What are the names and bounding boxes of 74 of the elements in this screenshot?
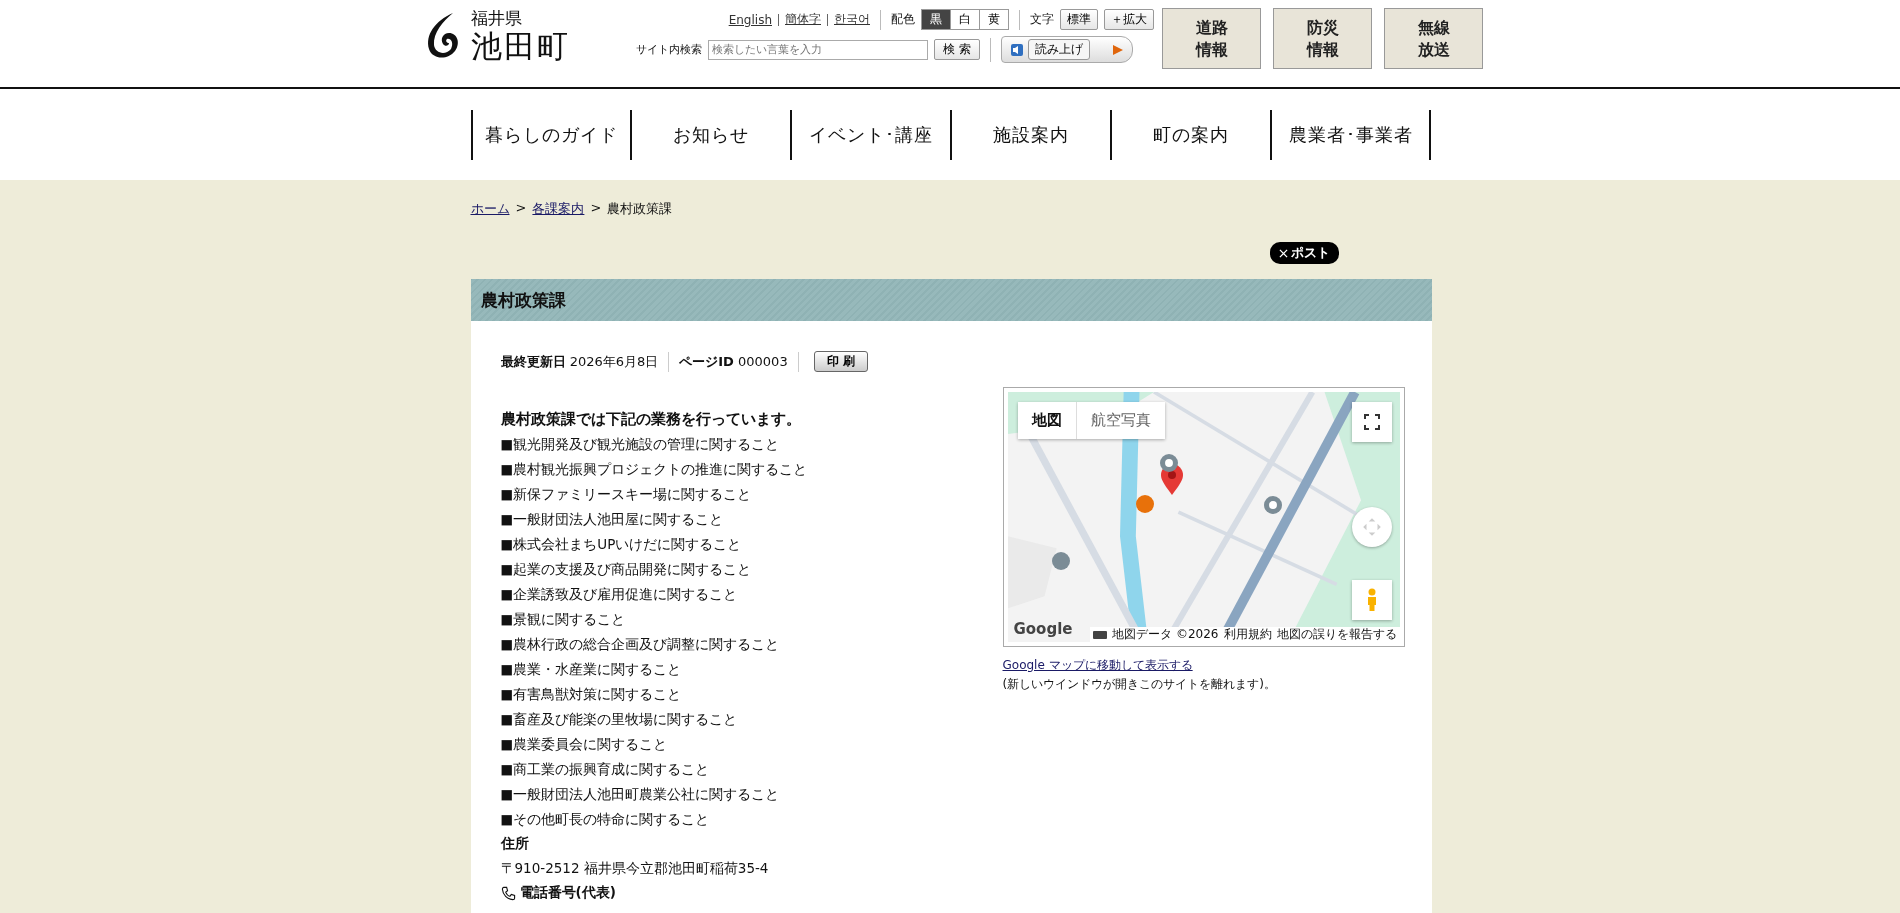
intro-heading: 農村政策課では下記の業務を行っています。 — [500, 410, 802, 429]
duty-item: ■起業の支援及び商品開発に関すること — [500, 560, 753, 579]
text-size-button[interactable]: 標準 — [1060, 9, 1098, 30]
school-marker-icon — [1051, 552, 1070, 570]
duty-item: ■一般財団法人池田町農業公社に関すること — [500, 785, 781, 804]
duty-item: ■農村観光振興プロジェクトの推進に関すること — [500, 460, 809, 479]
prefecture-name: 福井県 — [471, 8, 523, 28]
language-link[interactable]: English — [728, 12, 772, 27]
duty-item: ■観光開発及び観光施設の管理に関すること — [500, 435, 781, 454]
print-button[interactable]: 印 刷 — [813, 351, 868, 372]
duty-item: ■企業誘致及び雇用促進に関すること — [500, 585, 739, 604]
page-id: ページID 000003 — [679, 352, 788, 371]
phone-icon — [500, 885, 516, 901]
street-view-button[interactable] — [1351, 580, 1392, 620]
place-marker-icon — [1159, 454, 1178, 472]
quick-link-button[interactable]: 道路 情報 — [1162, 8, 1261, 69]
x-post-button[interactable]: ポスト — [1269, 242, 1339, 264]
restaurant-marker-icon — [1135, 495, 1154, 513]
town-name: 池田町 — [471, 28, 570, 64]
map-note: (新しいウインドウが開きこのサイトを離れます)。 — [1002, 676, 1277, 693]
text-size-button[interactable]: ＋拡大 — [1104, 9, 1154, 30]
breadcrumb-current: 農村政策課 — [607, 200, 673, 218]
page-title: 農村政策課 — [470, 279, 1432, 321]
play-icon[interactable] — [1111, 43, 1124, 56]
language-link[interactable]: 한국어 — [834, 11, 870, 28]
search-field[interactable]: 検索したい言葉を入力 — [708, 39, 928, 60]
duty-item: ■その他町長の特命に関すること — [500, 810, 711, 829]
nav-item[interactable]: イベント･講座 — [790, 109, 950, 160]
duty-item: ■農林行政の総合企画及び調整に関すること — [500, 635, 781, 654]
speaker-icon — [1009, 42, 1024, 57]
keyboard-icon — [1093, 630, 1108, 639]
language-link[interactable]: 簡体字 — [785, 11, 821, 28]
site-search-label: サイト内検索 — [636, 42, 702, 57]
nav-item[interactable]: 暮らしのガイド — [470, 109, 631, 160]
breadcrumb-separator: > — [590, 200, 602, 217]
nav-item[interactable]: 農業者･事業者 — [1269, 109, 1432, 160]
read-aloud-button[interactable]: 読み上げ — [1027, 39, 1090, 60]
duty-item: ■畜産及び能楽の里牧場に関すること — [500, 710, 739, 729]
nav-item[interactable]: 町の案内 — [1109, 109, 1270, 160]
nav-item[interactable]: 施設案内 — [950, 109, 1110, 160]
map-data-credit: 地図データ ©2026 — [1112, 627, 1219, 642]
place-marker-icon — [1263, 496, 1282, 514]
google-logo: Google — [1013, 620, 1073, 638]
map-link[interactable]: Google マップに移動して表示する — [1002, 657, 1193, 674]
map-type-tab[interactable]: 地図 — [1017, 402, 1077, 439]
duty-item: ■一般財団法人池田屋に関すること — [500, 510, 725, 529]
breadcrumb-separator: > — [515, 200, 527, 217]
color-scheme-label: 配色 — [891, 11, 915, 28]
duty-item: ■農業・水産業に関すること — [500, 660, 683, 679]
fullscreen-button[interactable] — [1351, 402, 1392, 442]
address-label: 住所 — [500, 835, 530, 853]
breadcrumb-link[interactable]: 各課案内 — [532, 200, 585, 218]
duty-item: ■商工業の振興育成に関すること — [500, 760, 711, 779]
search-button[interactable]: 検 索 — [934, 39, 980, 60]
map-type-tab[interactable]: 航空写真 — [1076, 402, 1165, 439]
color-scheme-button[interactable]: 黒 — [922, 10, 950, 29]
duty-item: ■有害鳥獣対策に関すること — [500, 685, 683, 704]
map-footer-link[interactable]: 利用規約 — [1223, 627, 1272, 642]
duty-item: ■農業委員会に関すること — [500, 735, 669, 754]
breadcrumb-link[interactable]: ホーム — [470, 200, 510, 218]
fullscreen-icon — [1363, 414, 1380, 430]
duty-item: ■景観に関すること — [500, 610, 627, 629]
map-footer-link[interactable]: 地図の誤りを報告する — [1276, 627, 1397, 642]
phone-label: 電話番号(代表) — [519, 884, 616, 902]
duty-item: ■新保ファミリースキー場に関すること — [500, 485, 753, 504]
last-updated: 最終更新日 2026年6月8日 — [500, 352, 659, 371]
duty-item: ■株式会社まちUPいけだに関すること — [500, 535, 743, 554]
address-text: 〒910-2512 福井県今立郡池田町稲荷35-4 — [500, 859, 770, 878]
quick-link-button[interactable]: 防災 情報 — [1273, 8, 1372, 69]
nav-item[interactable]: お知らせ — [630, 109, 791, 160]
person-icon — [1365, 588, 1378, 612]
x-logo-icon — [1278, 248, 1288, 258]
quick-link-button[interactable]: 無線 放送 — [1384, 8, 1483, 69]
text-size-label: 文字 — [1030, 11, 1054, 28]
